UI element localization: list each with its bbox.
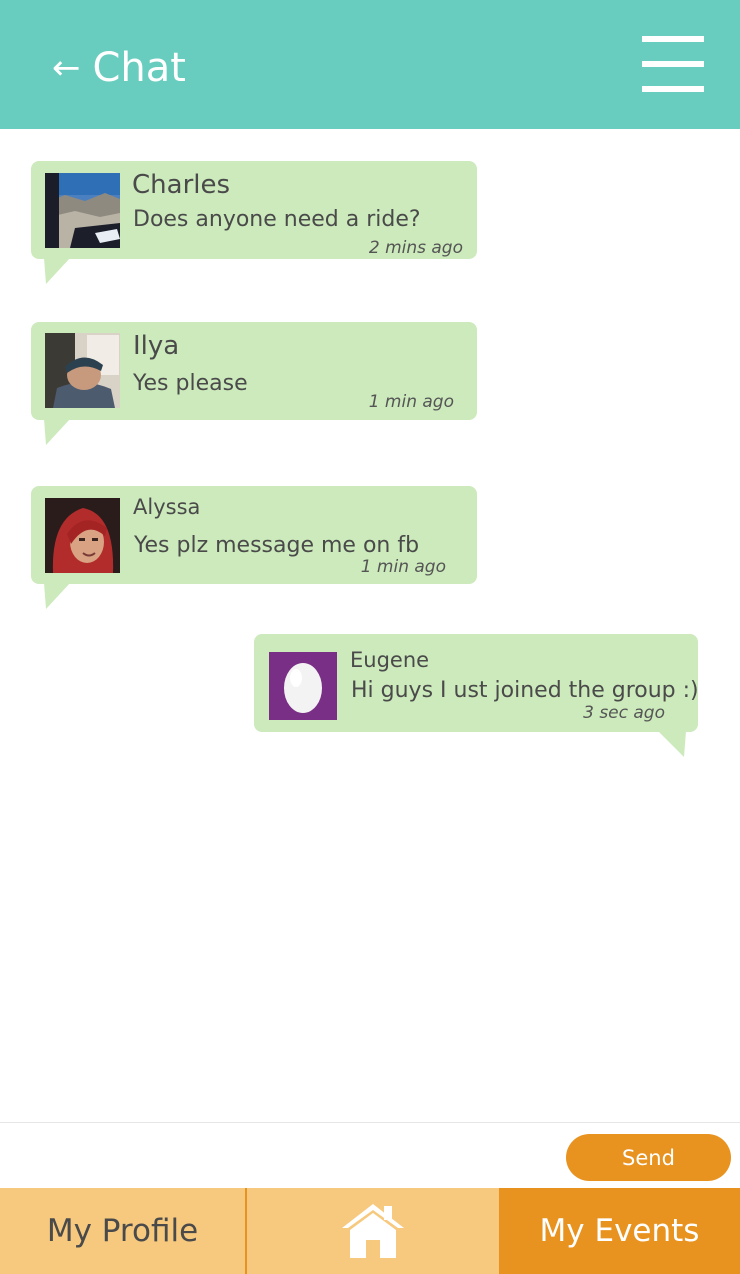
hamburger-menu-icon	[642, 86, 704, 92]
sender-name: Charles	[132, 170, 231, 200]
nav-home[interactable]	[247, 1188, 499, 1274]
nav-my-events-label: My Events	[539, 1213, 700, 1249]
message-timestamp: 2 mins ago	[368, 238, 463, 258]
bubble-tail	[658, 731, 686, 757]
message-text: Yes please	[133, 371, 248, 396]
message-text: Yes plz message me on fb	[134, 533, 420, 558]
hamburger-menu-icon	[642, 36, 704, 42]
menu-button[interactable]	[642, 36, 704, 92]
back-button[interactable]: ← Chat	[52, 40, 186, 96]
bottom-nav: My Profile My Events	[0, 1188, 740, 1274]
page-title: Chat	[92, 45, 186, 91]
send-button[interactable]: Send	[566, 1134, 731, 1181]
hamburger-menu-icon	[642, 61, 704, 67]
chat-message: Alyssa Yes plz message me on fb 1 min ag…	[31, 486, 477, 609]
bubble-tail	[44, 258, 70, 284]
bubble-tail	[44, 583, 70, 609]
nav-my-profile-label: My Profile	[46, 1213, 199, 1249]
nav-my-profile[interactable]: My Profile	[0, 1188, 245, 1274]
mountain-photo-avatar	[45, 173, 120, 248]
left-arrow-icon: ←	[52, 48, 81, 88]
message-composer: Send	[0, 1122, 740, 1189]
nav-my-events[interactable]: My Events	[499, 1188, 740, 1274]
home-icon	[342, 1204, 404, 1258]
chat-message-self: Eugene Hi guys I ust joined the group :)…	[254, 634, 699, 757]
egg-avatar	[269, 652, 337, 720]
chat-message: Ilya Yes please 1 min ago	[31, 322, 477, 445]
chat-message: Charles Does anyone need a ride? 2 mins …	[31, 161, 477, 284]
sender-name: Alyssa	[133, 495, 201, 519]
message-timestamp: 3 sec ago	[583, 703, 665, 723]
sender-name: Ilya	[133, 331, 180, 361]
message-timestamp: 1 min ago	[368, 392, 454, 412]
app-header: ← Chat	[0, 0, 740, 129]
message-timestamp: 1 min ago	[360, 557, 446, 577]
woman-photo-avatar	[45, 498, 120, 573]
message-text: Does anyone need a ride?	[133, 207, 421, 232]
man-photo-avatar	[45, 333, 120, 408]
sender-name: Eugene	[350, 648, 430, 672]
bubble-tail	[44, 419, 70, 445]
message-text: Hi guys I ust joined the group :)	[351, 678, 699, 703]
